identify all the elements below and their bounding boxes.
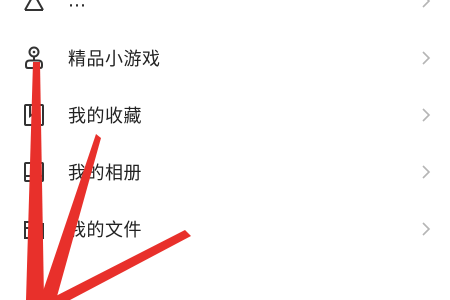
chevron-right-icon xyxy=(420,164,432,180)
menu-item-label: 我的文件 xyxy=(68,219,142,241)
menu-item-label: 我的相册 xyxy=(68,162,142,184)
menu-item-album[interactable]: 我的相册 xyxy=(0,143,450,200)
menu-item-files[interactable]: 我的文件 xyxy=(0,200,450,257)
menu-item-label: … xyxy=(68,0,87,11)
game-joystick-icon xyxy=(20,44,48,72)
menu-item-vip-download[interactable]: … xyxy=(0,0,450,29)
menu-item-label: 精品小游戏 xyxy=(68,48,161,70)
settings-screen: … 精品小游戏 我的收藏 我的相册 我的文件 xyxy=(0,0,450,300)
chevron-right-icon xyxy=(420,107,432,123)
chevron-right-icon xyxy=(420,0,432,9)
folder-icon xyxy=(20,215,48,243)
menu-list: … 精品小游戏 我的收藏 我的相册 我的文件 xyxy=(0,0,450,257)
vip-download-icon xyxy=(20,0,48,15)
menu-item-mini-games[interactable]: 精品小游戏 xyxy=(0,29,450,86)
menu-item-favorites[interactable]: 我的收藏 xyxy=(0,86,450,143)
album-icon xyxy=(20,158,48,186)
menu-item-label: 我的收藏 xyxy=(68,105,142,127)
chevron-right-icon xyxy=(420,50,432,66)
bookmark-icon xyxy=(20,101,48,129)
chevron-right-icon xyxy=(420,221,432,237)
